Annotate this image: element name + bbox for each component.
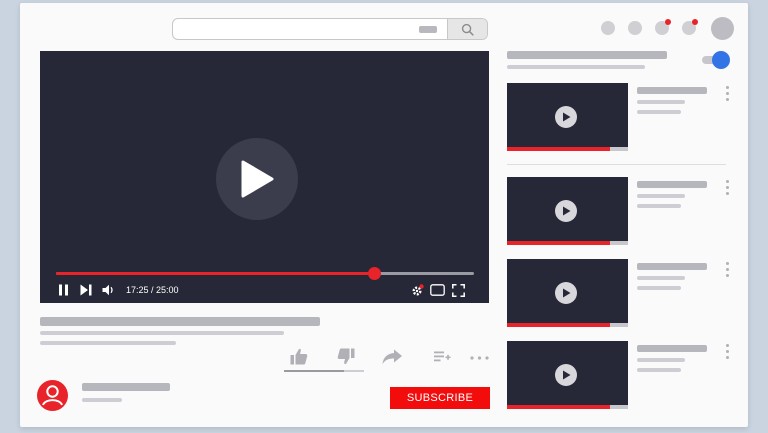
gear-icon[interactable] (411, 284, 424, 297)
video-meta-line (40, 341, 176, 345)
recommended-video[interactable] (507, 177, 742, 257)
play-icon (562, 206, 570, 216)
play-button[interactable] (555, 106, 577, 128)
notification-badge (692, 19, 698, 25)
progress-bar[interactable] (56, 267, 474, 280)
video-meta-line (40, 331, 284, 335)
channel-avatar[interactable] (37, 380, 68, 411)
search-button[interactable] (447, 19, 487, 39)
thumbs-up-icon[interactable] (290, 348, 308, 365)
header-icon-apps[interactable] (601, 21, 615, 35)
skip-next-icon[interactable] (80, 284, 92, 296)
video-channel (637, 358, 685, 362)
volume-icon[interactable] (102, 284, 115, 296)
play-icon (562, 112, 570, 122)
channel-name (82, 383, 170, 391)
progress-scrubber[interactable] (367, 267, 381, 280)
play-button[interactable] (555, 282, 577, 304)
video-title (40, 317, 320, 326)
play-button[interactable] (555, 200, 577, 222)
search-placeholder (419, 26, 437, 33)
autoplay-toggle[interactable] (702, 51, 730, 69)
user-avatar[interactable] (711, 17, 734, 40)
pause-icon[interactable] (58, 284, 69, 296)
video-meta (637, 110, 681, 114)
kebab-menu-icon[interactable] (724, 180, 730, 195)
watch-progress (507, 147, 628, 151)
notification-badge (665, 19, 671, 25)
kebab-menu-icon[interactable] (724, 86, 730, 101)
upload-icon[interactable] (682, 19, 698, 35)
watch-progress (507, 241, 628, 245)
video-thumbnail[interactable] (507, 177, 628, 245)
more-horizontal-icon[interactable] (470, 356, 489, 360)
video-channel (637, 276, 685, 280)
video-title (637, 345, 707, 352)
video-title (637, 87, 707, 94)
play-button[interactable] (216, 138, 298, 220)
miniplayer-icon[interactable] (430, 284, 445, 296)
video-thumbnail[interactable] (507, 341, 628, 409)
progress-fill (56, 272, 374, 275)
add-to-playlist-icon[interactable] (434, 351, 451, 363)
search-icon (461, 23, 474, 36)
video-meta (637, 286, 681, 290)
video-thumbnail[interactable] (507, 83, 628, 151)
video-thumbnail[interactable] (507, 259, 628, 327)
watch-progress (507, 405, 628, 409)
thumbs-down-icon[interactable] (337, 348, 355, 365)
fullscreen-icon[interactable] (452, 284, 465, 297)
like-ratio-bar (284, 370, 364, 372)
video-meta (637, 368, 681, 372)
recommended-video[interactable] (507, 259, 742, 339)
up-next-subtitle (507, 65, 645, 69)
kebab-menu-icon[interactable] (724, 344, 730, 359)
video-title (637, 181, 707, 188)
video-title (637, 263, 707, 270)
video-channel (637, 100, 685, 104)
search-input[interactable] (172, 18, 488, 40)
subscribe-button[interactable]: SUBSCRIBE (390, 387, 490, 409)
app-window: 17:25 / 25:00 SUBSCRIBE (20, 3, 748, 427)
up-next-label (507, 51, 667, 59)
divider (507, 164, 726, 165)
play-icon (562, 370, 570, 380)
kebab-menu-icon[interactable] (724, 262, 730, 277)
play-icon (562, 288, 570, 298)
play-button[interactable] (555, 364, 577, 386)
video-channel (637, 194, 685, 198)
video-meta (637, 204, 681, 208)
share-icon[interactable] (382, 349, 403, 365)
recommended-video[interactable] (507, 83, 742, 163)
video-player[interactable]: 17:25 / 25:00 (40, 51, 489, 303)
channel-subscriber-count (82, 398, 122, 402)
bell-icon[interactable] (655, 19, 671, 35)
time-display: 17:25 / 25:00 (126, 285, 179, 295)
watch-progress (507, 323, 628, 327)
play-icon (241, 160, 274, 198)
header-icon-messages[interactable] (628, 21, 642, 35)
recommended-video[interactable] (507, 341, 742, 421)
